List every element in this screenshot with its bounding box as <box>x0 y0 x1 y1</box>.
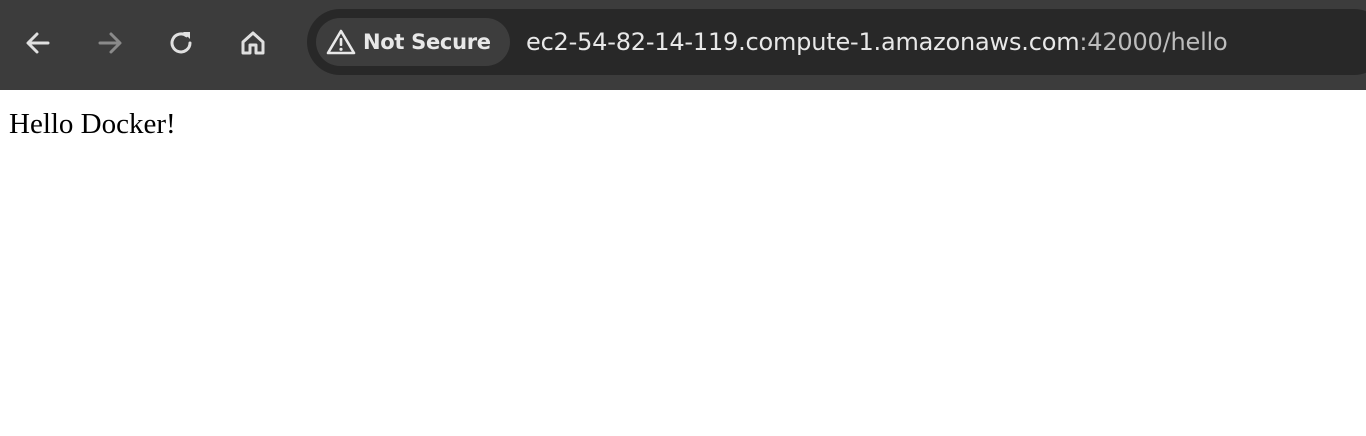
reload-icon <box>170 32 192 54</box>
address-bar[interactable]: Not Secure ec2-54-82-14-119.compute-1.am… <box>307 9 1366 75</box>
warning-triangle-icon <box>326 28 356 56</box>
arrow-left-icon <box>26 32 50 54</box>
arrow-right-icon <box>98 32 122 54</box>
home-button[interactable] <box>233 23 273 63</box>
browser-toolbar: Not Secure ec2-54-82-14-119.compute-1.am… <box>0 0 1366 90</box>
reload-button[interactable] <box>161 23 201 63</box>
page-body-text: Hello Docker! <box>9 108 176 140</box>
url-path: :42000/hello <box>1079 28 1228 56</box>
page-content: Hello Docker! <box>0 90 1366 436</box>
url-host: ec2-54-82-14-119.compute-1.amazonaws.com <box>526 28 1080 56</box>
security-status-chip[interactable]: Not Secure <box>316 18 510 66</box>
forward-button[interactable] <box>90 23 130 63</box>
back-button[interactable] <box>18 23 58 63</box>
url-text[interactable]: ec2-54-82-14-119.compute-1.amazonaws.com… <box>526 25 1228 59</box>
home-icon <box>241 31 265 55</box>
security-label: Not Secure <box>363 30 491 54</box>
